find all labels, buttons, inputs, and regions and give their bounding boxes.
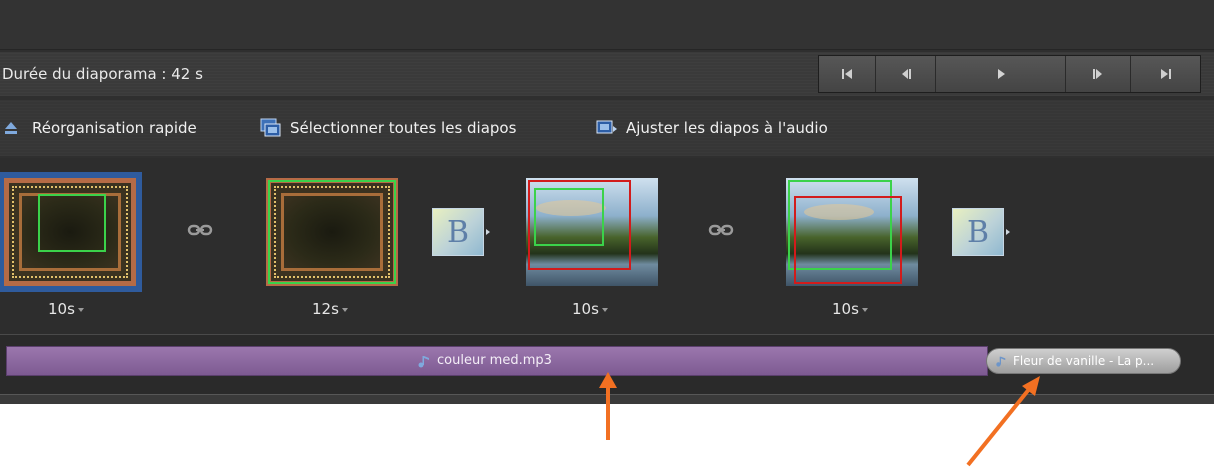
- music-note-icon: [996, 356, 1006, 367]
- skip-to-end-button[interactable]: [1131, 56, 1200, 92]
- fit-slides-to-audio-label: Ajuster les diapos à l'audio: [626, 119, 828, 137]
- transition-icon: B: [966, 215, 990, 250]
- chevron-down-icon: [77, 307, 84, 312]
- previous-frame-button[interactable]: [876, 56, 936, 92]
- step-forward-icon: [1093, 69, 1102, 79]
- landscape-photo: [786, 178, 918, 286]
- music-note-icon: [418, 355, 429, 367]
- audio-track-2-name: Fleur de vanille - La p...: [1013, 354, 1155, 368]
- title-card-image: [266, 178, 398, 286]
- chevron-down-icon: [341, 307, 348, 312]
- transition-arrow-icon: [1006, 229, 1010, 235]
- play-button[interactable]: [936, 56, 1066, 92]
- skip-to-start-button[interactable]: [819, 56, 876, 92]
- play-icon: [997, 69, 1005, 79]
- fit-to-audio-icon: [596, 120, 617, 134]
- slide-thumbnail-2[interactable]: [266, 178, 398, 286]
- top-bar: [0, 0, 1214, 50]
- slide-thumbnail-4[interactable]: [786, 178, 918, 286]
- link-icon[interactable]: [708, 222, 734, 238]
- link-icon[interactable]: [187, 222, 213, 238]
- audio-track-2[interactable]: Fleur de vanille - La p...: [986, 348, 1181, 374]
- chevron-down-icon: [861, 307, 868, 312]
- quick-reorder-label: Réorganisation rapide: [32, 119, 197, 137]
- action-toolbar: Réorganisation rapide Sélectionner toute…: [0, 100, 1214, 156]
- slide-duration-4[interactable]: 10s: [832, 300, 868, 318]
- slideshow-editor: Durée du diaporama : 42 s Réorganisation…: [0, 0, 1214, 467]
- skip-end-icon: [1160, 69, 1171, 79]
- select-slides-icon: [260, 118, 281, 137]
- playback-controls: [818, 55, 1201, 93]
- slide-duration-2[interactable]: 12s: [312, 300, 348, 318]
- slide-duration-3[interactable]: 10s: [572, 300, 608, 318]
- chevron-down-icon: [601, 307, 608, 312]
- transition-arrow-icon: [486, 229, 490, 235]
- timeline-footer: [0, 394, 1214, 404]
- landscape-photo: [526, 178, 658, 286]
- transition-icon: B: [446, 215, 470, 250]
- skip-start-icon: [842, 69, 852, 79]
- audio-track-1[interactable]: couleur med.mp3: [6, 346, 988, 376]
- transition-thumbnail-2[interactable]: B: [952, 208, 1010, 256]
- slide-thumbnail-1[interactable]: [0, 172, 142, 292]
- slide-thumbnail-3[interactable]: [526, 178, 658, 286]
- select-all-slides-button[interactable]: Sélectionner toutes les diapos: [260, 117, 516, 139]
- transition-thumbnail-1[interactable]: B: [432, 208, 490, 256]
- step-back-icon: [901, 69, 911, 79]
- editor-panel: Durée du diaporama : 42 s Réorganisation…: [0, 0, 1214, 404]
- audio-track-1-name: couleur med.mp3: [437, 353, 552, 368]
- slide-duration-1[interactable]: 10s: [48, 300, 84, 318]
- eject-icon: [5, 122, 17, 134]
- title-card-image: [4, 178, 136, 286]
- select-all-slides-label: Sélectionner toutes les diapos: [290, 119, 517, 137]
- slideshow-duration: Durée du diaporama : 42 s: [2, 65, 203, 83]
- next-frame-button[interactable]: [1066, 56, 1131, 92]
- quick-reorder-button[interactable]: Réorganisation rapide: [4, 117, 197, 139]
- fit-slides-to-audio-button[interactable]: Ajuster les diapos à l'audio: [596, 117, 828, 139]
